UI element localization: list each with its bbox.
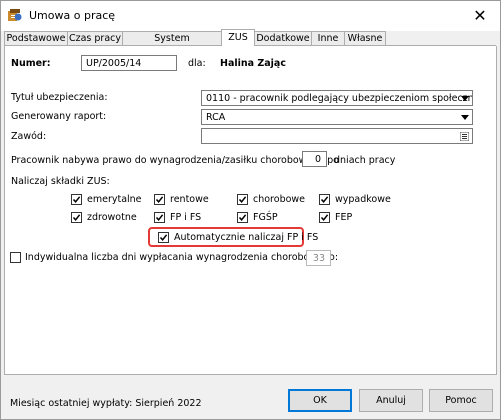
chevron-down-icon xyxy=(461,96,469,101)
numer-field[interactable]: UP/2005/14 xyxy=(81,55,177,71)
list-picker-icon[interactable] xyxy=(460,132,469,141)
zdrowotne-checkbox[interactable] xyxy=(71,212,82,223)
chorobowe-suffix-label: dniach pracy xyxy=(334,155,396,166)
dialog-window: Umowa o pracę ✕ Podstawowe Czas pracy Sy… xyxy=(0,0,501,420)
title-bar: Umowa o pracę ✕ xyxy=(1,1,500,31)
emerytalne-checkbox[interactable] xyxy=(71,194,82,205)
close-button[interactable]: ✕ xyxy=(460,1,500,31)
help-button[interactable]: Pomoc xyxy=(429,389,493,412)
wypadkowe-label: wypadkowe xyxy=(335,194,391,205)
tab-system-wynagrodzen[interactable]: System wynagrodzeń xyxy=(122,31,222,57)
generowany-raport-value: RCA xyxy=(206,112,226,123)
chevron-down-icon xyxy=(461,115,469,120)
generowany-raport-select[interactable]: RCA xyxy=(201,109,473,125)
fep-checkbox[interactable] xyxy=(319,212,330,223)
fp-fs-label: FP i FS xyxy=(170,212,202,223)
individual-days-field: 33 xyxy=(306,250,331,266)
checkmark-icon xyxy=(320,214,329,221)
checkmark-icon xyxy=(72,214,81,221)
tytul-ubezpieczenia-select[interactable]: 0110 - pracownik podlegający ubezpieczen… xyxy=(201,90,473,106)
wypadkowe-checkbox[interactable] xyxy=(319,194,330,205)
status-text: Miesiąc ostatniej wypłaty: Sierpień 2022 xyxy=(10,398,202,409)
individual-days-label: Indywidualna liczba dni wypłacania wynag… xyxy=(25,252,339,263)
checkmark-icon xyxy=(238,196,247,203)
auto-fp-fs-checkbox[interactable] xyxy=(158,232,169,243)
numer-label: Numer: xyxy=(11,58,51,69)
individual-days-checkbox[interactable] xyxy=(10,252,21,263)
employee-name: Halina Zając xyxy=(220,58,286,69)
chorobowe-checkbox[interactable] xyxy=(237,194,248,205)
tytul-ubezpieczenia-value: 0110 - pracownik podlegający ubezpieczen… xyxy=(206,93,472,104)
zdrowotne-label: zdrowotne xyxy=(87,212,137,223)
dla-label: dla: xyxy=(188,58,206,69)
tab-bar: Podstawowe Czas pracy System wynagrodzeń… xyxy=(4,29,496,57)
tytul-ubezpieczenia-label: Tytuł ubezpieczenia: xyxy=(11,92,108,103)
tab-czas-pracy[interactable]: Czas pracy xyxy=(67,31,123,45)
checkmark-icon xyxy=(159,234,168,241)
cancel-button[interactable]: Anuluj xyxy=(359,389,423,412)
emerytalne-label: emerytalne xyxy=(87,194,142,205)
auto-fp-fs-label: Automatycznie naliczaj FP i FS xyxy=(174,232,319,243)
checkmark-icon xyxy=(238,214,247,221)
generowany-raport-label: Generowany raport: xyxy=(11,111,107,122)
rentowe-label: rentowe xyxy=(170,194,209,205)
checkmark-icon xyxy=(320,196,329,203)
zawod-field[interactable] xyxy=(201,128,473,144)
fep-label: FEP xyxy=(335,212,353,223)
rentowe-checkbox[interactable] xyxy=(154,194,165,205)
fgsp-checkbox[interactable] xyxy=(237,212,248,223)
fgsp-label: FGŚP xyxy=(253,212,278,223)
fp-fs-checkbox[interactable] xyxy=(154,212,165,223)
checkmark-icon xyxy=(72,196,81,203)
tab-podstawowe[interactable]: Podstawowe xyxy=(4,31,68,45)
tab-inne[interactable]: Inne xyxy=(311,31,345,45)
window-title: Umowa o pracę xyxy=(29,9,116,22)
zawod-label: Zawód: xyxy=(11,131,47,142)
chorobowe-prawo-label: Pracownik nabywa prawo do wynagrodzenia/… xyxy=(11,155,339,166)
checkmark-icon xyxy=(155,214,164,221)
tab-wlasne[interactable]: Własne xyxy=(344,31,386,45)
app-icon xyxy=(8,9,22,21)
tab-zus[interactable]: ZUS xyxy=(221,29,255,46)
checkmark-icon xyxy=(155,196,164,203)
tab-dodatkowe[interactable]: Dodatkowe xyxy=(254,31,312,45)
naliczaj-skladki-label: Naliczaj składki ZUS: xyxy=(11,176,110,187)
chorobowe-days-field[interactable]: 0 xyxy=(302,151,327,167)
chorobowe-label: chorobowe xyxy=(253,194,306,205)
ok-button[interactable]: OK xyxy=(288,389,352,412)
